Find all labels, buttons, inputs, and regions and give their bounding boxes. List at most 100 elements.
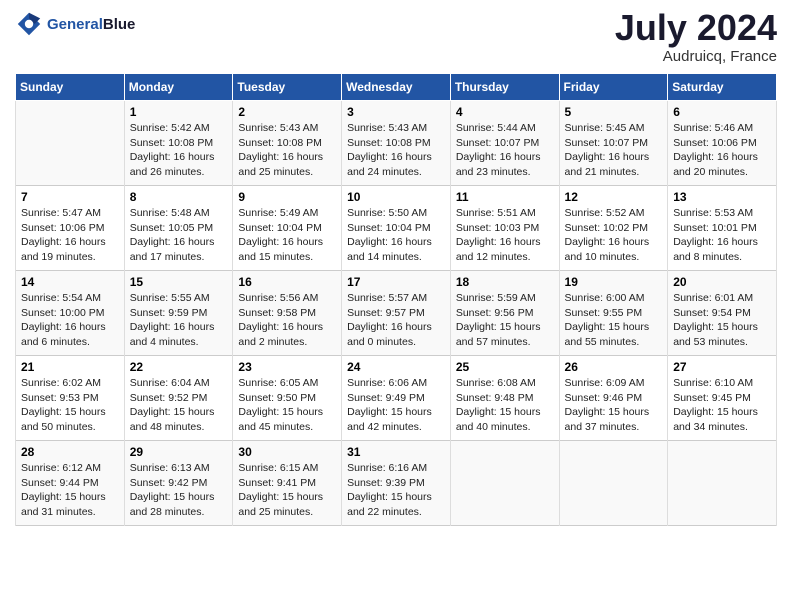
day-info: Sunrise: 5:43 AM Sunset: 10:08 PM Daylig… [238, 121, 336, 180]
day-number: 16 [238, 275, 336, 289]
day-cell: 2 Sunrise: 5:43 AM Sunset: 10:08 PM Dayli… [233, 101, 342, 186]
day-cell: 15 Sunrise: 5:55 AM Sunset: 9:59 PM Dayli… [124, 271, 233, 356]
day-cell: 4Sunrise: 5:44 AM Sunset: 10:07 PM Dayli… [450, 101, 559, 186]
day-cell: 13Sunrise: 5:53 AM Sunset: 10:01 PM Dayl… [668, 186, 777, 271]
day-number: 1 [130, 105, 228, 119]
day-cell: 12Sunrise: 5:52 AM Sunset: 10:02 PM Dayl… [559, 186, 668, 271]
day-info: Sunrise: 5:47 AM Sunset: 10:06 PM Daylig… [21, 206, 119, 265]
day-number: 23 [238, 360, 336, 374]
day-number: 27 [673, 360, 771, 374]
logo: GeneralBlue [15, 10, 135, 38]
day-number: 18 [456, 275, 554, 289]
day-cell: 31Sunrise: 6:16 AM Sunset: 9:39 PM Dayli… [342, 441, 451, 526]
day-cell: 27 Sunrise: 6:10 AM Sunset: 9:45 PM Dayli… [668, 356, 777, 441]
logo-line2: Blue [103, 16, 136, 33]
day-cell [16, 101, 125, 186]
day-cell [668, 441, 777, 526]
day-info: Sunrise: 5:51 AM Sunset: 10:03 PM Daylig… [456, 206, 554, 265]
day-cell: 28 Sunrise: 6:12 AM Sunset: 9:44 PM Dayli… [16, 441, 125, 526]
day-number: 26 [565, 360, 663, 374]
day-number: 3 [347, 105, 445, 119]
day-cell: 9Sunrise: 5:49 AM Sunset: 10:04 PM Dayli… [233, 186, 342, 271]
title-block: July 2024 Audruicq, France [615, 10, 777, 65]
day-cell: 18 Sunrise: 5:59 AM Sunset: 9:56 PM Dayli… [450, 271, 559, 356]
day-cell: 17 Sunrise: 5:57 AM Sunset: 9:57 PM Dayli… [342, 271, 451, 356]
day-cell: 8Sunrise: 5:48 AM Sunset: 10:05 PM Dayli… [124, 186, 233, 271]
day-cell: 23 Sunrise: 6:05 AM Sunset: 9:50 PM Dayli… [233, 356, 342, 441]
header-row: SundayMondayTuesdayWednesdayThursdayFrid… [16, 74, 777, 101]
day-info: Sunrise: 5:57 AM Sunset: 9:57 PM Dayligh… [347, 291, 445, 350]
calendar-table: SundayMondayTuesdayWednesdayThursdayFrid… [15, 73, 777, 526]
page-container: GeneralBlue July 2024 Audruicq, France S… [0, 0, 792, 536]
location: Audruicq, France [615, 48, 777, 65]
logo-icon [15, 10, 43, 38]
day-info: Sunrise: 6:01 AM Sunset: 9:54 PM Dayligh… [673, 291, 771, 350]
day-info: Sunrise: 6:10 AM Sunset: 9:45 PM Dayligh… [673, 376, 771, 435]
day-cell: 30 Sunrise: 6:15 AM Sunset: 9:41 PM Dayli… [233, 441, 342, 526]
day-number: 5 [565, 105, 663, 119]
day-info: Sunrise: 6:06 AM Sunset: 9:49 PM Dayligh… [347, 376, 445, 435]
logo-line1: General [47, 16, 103, 33]
week-row-2: 7Sunrise: 5:47 AM Sunset: 10:06 PM Dayli… [16, 186, 777, 271]
day-number: 29 [130, 445, 228, 459]
day-number: 28 [21, 445, 119, 459]
day-cell: 26 Sunrise: 6:09 AM Sunset: 9:46 PM Dayli… [559, 356, 668, 441]
day-number: 6 [673, 105, 771, 119]
day-info: Sunrise: 5:44 AM Sunset: 10:07 PM Daylig… [456, 121, 554, 180]
day-cell: 10 Sunrise: 5:50 AM Sunset: 10:04 PM Dayl… [342, 186, 451, 271]
week-row-3: 14Sunrise: 5:54 AM Sunset: 10:00 PM Dayl… [16, 271, 777, 356]
day-info: Sunrise: 6:04 AM Sunset: 9:52 PM Dayligh… [130, 376, 228, 435]
day-info: Sunrise: 5:56 AM Sunset: 9:58 PM Dayligh… [238, 291, 336, 350]
col-header-tuesday: Tuesday [233, 74, 342, 101]
day-cell: 7Sunrise: 5:47 AM Sunset: 10:06 PM Dayli… [16, 186, 125, 271]
day-cell: 25 Sunrise: 6:08 AM Sunset: 9:48 PM Dayli… [450, 356, 559, 441]
day-number: 31 [347, 445, 445, 459]
day-number: 21 [21, 360, 119, 374]
day-cell: 21 Sunrise: 6:02 AM Sunset: 9:53 PM Dayli… [16, 356, 125, 441]
month-title: July 2024 [615, 10, 777, 46]
col-header-sunday: Sunday [16, 74, 125, 101]
day-cell: 24 Sunrise: 6:06 AM Sunset: 9:49 PM Dayli… [342, 356, 451, 441]
day-info: Sunrise: 6:08 AM Sunset: 9:48 PM Dayligh… [456, 376, 554, 435]
day-info: Sunrise: 5:59 AM Sunset: 9:56 PM Dayligh… [456, 291, 554, 350]
day-number: 13 [673, 190, 771, 204]
day-number: 22 [130, 360, 228, 374]
day-cell: 19Sunrise: 6:00 AM Sunset: 9:55 PM Dayli… [559, 271, 668, 356]
day-info: Sunrise: 6:12 AM Sunset: 9:44 PM Dayligh… [21, 461, 119, 520]
col-header-saturday: Saturday [668, 74, 777, 101]
day-cell: 1Sunrise: 5:42 AM Sunset: 10:08 PM Dayli… [124, 101, 233, 186]
day-info: Sunrise: 5:55 AM Sunset: 9:59 PM Dayligh… [130, 291, 228, 350]
day-info: Sunrise: 6:05 AM Sunset: 9:50 PM Dayligh… [238, 376, 336, 435]
col-header-monday: Monday [124, 74, 233, 101]
day-number: 30 [238, 445, 336, 459]
day-cell: 5Sunrise: 5:45 AM Sunset: 10:07 PM Dayli… [559, 101, 668, 186]
day-cell: 29 Sunrise: 6:13 AM Sunset: 9:42 PM Dayli… [124, 441, 233, 526]
week-row-1: 1Sunrise: 5:42 AM Sunset: 10:08 PM Dayli… [16, 101, 777, 186]
day-number: 11 [456, 190, 554, 204]
day-info: Sunrise: 6:15 AM Sunset: 9:41 PM Dayligh… [238, 461, 336, 520]
day-number: 2 [238, 105, 336, 119]
day-info: Sunrise: 6:13 AM Sunset: 9:42 PM Dayligh… [130, 461, 228, 520]
day-number: 24 [347, 360, 445, 374]
day-cell: 14Sunrise: 5:54 AM Sunset: 10:00 PM Dayl… [16, 271, 125, 356]
day-cell: 22 Sunrise: 6:04 AM Sunset: 9:52 PM Dayli… [124, 356, 233, 441]
day-number: 8 [130, 190, 228, 204]
day-info: Sunrise: 5:43 AM Sunset: 10:08 PM Daylig… [347, 121, 445, 180]
day-cell: 6Sunrise: 5:46 AM Sunset: 10:06 PM Dayli… [668, 101, 777, 186]
day-number: 15 [130, 275, 228, 289]
day-number: 25 [456, 360, 554, 374]
day-info: Sunrise: 5:50 AM Sunset: 10:04 PM Daylig… [347, 206, 445, 265]
day-info: Sunrise: 6:00 AM Sunset: 9:55 PM Dayligh… [565, 291, 663, 350]
day-cell: 16 Sunrise: 5:56 AM Sunset: 9:58 PM Dayli… [233, 271, 342, 356]
week-row-5: 28 Sunrise: 6:12 AM Sunset: 9:44 PM Dayli… [16, 441, 777, 526]
day-cell [559, 441, 668, 526]
day-info: Sunrise: 6:09 AM Sunset: 9:46 PM Dayligh… [565, 376, 663, 435]
col-header-wednesday: Wednesday [342, 74, 451, 101]
day-info: Sunrise: 6:02 AM Sunset: 9:53 PM Dayligh… [21, 376, 119, 435]
col-header-friday: Friday [559, 74, 668, 101]
col-header-thursday: Thursday [450, 74, 559, 101]
day-number: 17 [347, 275, 445, 289]
day-number: 10 [347, 190, 445, 204]
day-number: 20 [673, 275, 771, 289]
day-cell: 20 Sunrise: 6:01 AM Sunset: 9:54 PM Dayli… [668, 271, 777, 356]
